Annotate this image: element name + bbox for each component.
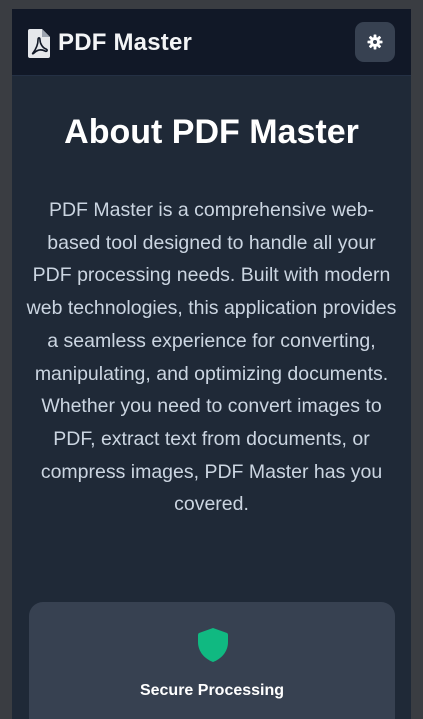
app-window: PDF Master About PDF Master PDF Master i… [12,9,411,719]
feature-card-secure-processing: Secure Processing [29,602,395,719]
about-description: PDF Master is a comprehensive web-based … [26,199,397,516]
shield-icon [198,628,228,662]
window-edge [0,0,423,9]
file-pdf-icon [28,28,50,58]
app-title: PDF Master [58,29,193,56]
gear-icon [367,34,383,50]
feature-title: Secure Processing [139,682,285,699]
settings-button[interactable] [355,22,395,62]
brand[interactable]: PDF Master [28,28,192,58]
top-header: PDF Master [12,9,411,76]
page-title: About PDF Master [64,113,359,151]
